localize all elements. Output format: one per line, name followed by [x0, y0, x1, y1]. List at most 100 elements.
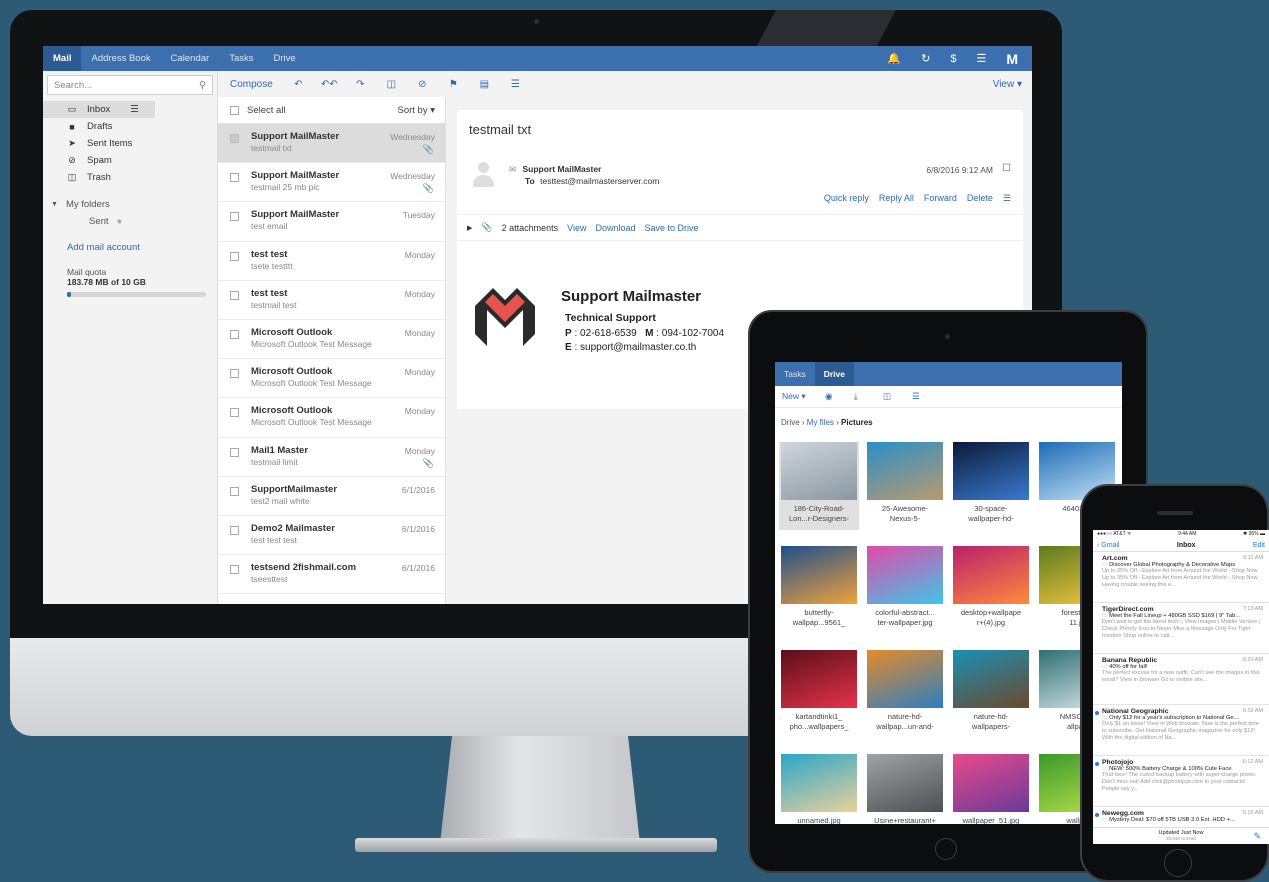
crumb-drive[interactable]: Drive [781, 418, 800, 427]
my-folders-toggle[interactable]: ▼ My folders [43, 196, 217, 213]
file-tile[interactable]: kartandtinki1_ pho...wallpapers_ [779, 650, 859, 738]
message-checkbox[interactable] [230, 212, 239, 222]
message-checkbox[interactable] [230, 290, 239, 300]
delete-button[interactable]: Delete [967, 193, 993, 204]
file-tile[interactable]: butterfly-wallpap...9561_ [779, 546, 859, 634]
list-item[interactable]: Mail1 Master testmail limit Monday 📎 [218, 438, 445, 477]
file-tile[interactable]: unnamed.jpg [779, 754, 859, 824]
edit-button[interactable]: Edit [1253, 542, 1265, 549]
list-item[interactable]: testsend 2fishmail.com tseesttest 6/1/2016 [218, 555, 445, 595]
message-checkbox[interactable] [230, 565, 239, 575]
archive-icon[interactable]: ▤ [469, 79, 500, 90]
file-tile[interactable]: desktop+wallpape r+(4).jpg [951, 546, 1031, 634]
list-item[interactable]: Photojojo 6:12 AM ▭ NEW: 500% Battery Char… [1093, 756, 1269, 807]
add-mail-account-link[interactable]: Add mail account [43, 242, 217, 253]
select-all-label[interactable]: Select all [247, 105, 286, 116]
list-item[interactable]: Support MailMaster testmail 25 mb pic Wedn… [218, 163, 445, 203]
folder-sent[interactable]: Sent ● [43, 213, 217, 230]
bookmark-icon[interactable]: ☐ [1002, 163, 1011, 174]
message-checkbox[interactable] [230, 447, 239, 457]
crumb-my-files[interactable]: My files [807, 418, 834, 427]
recipient-address[interactable]: testtest@mailmasterserver.com [540, 176, 659, 186]
folder-sent-items[interactable]: ➤ Sent Items [43, 135, 217, 152]
search-icon[interactable]: ⚲ [199, 80, 206, 91]
list-item[interactable]: Support MailMaster test email Tuesday [218, 202, 445, 242]
attachment-view-link[interactable]: View [567, 223, 586, 233]
sync-icon[interactable]: ↻ [921, 52, 930, 65]
folder-menu-icon[interactable]: ☰ [130, 104, 139, 115]
sender-name[interactable]: Support MailMaster [523, 164, 602, 174]
message-checkbox[interactable] [230, 329, 239, 339]
list-item[interactable]: TigerDirect.com 7:13 AM ▭ Meet the Fall Li… [1093, 603, 1269, 654]
file-tile[interactable]: nature-hd-wallpapers- [951, 650, 1031, 738]
tab-address-book[interactable]: Address Book [81, 46, 160, 71]
file-tile[interactable]: 25-Awesome- Nexus-5- [865, 442, 945, 530]
file-tile[interactable]: Usine+restaurant+ [865, 754, 945, 824]
delete-icon[interactable]: ◫ [883, 391, 905, 402]
more-icon[interactable]: ☰ [500, 79, 531, 90]
more-actions-icon[interactable]: ☰ [1003, 193, 1011, 204]
list-item[interactable]: SupportMailmaster test2 mail white 6/1/201… [218, 477, 445, 516]
tab-calendar[interactable]: Calendar [161, 46, 220, 71]
list-item[interactable]: Art.com 6:11 AM ▭ Discover Global Photogra… [1093, 552, 1269, 603]
message-checkbox[interactable] [230, 408, 239, 418]
list-item[interactable]: Microsoft Outlook Microsoft Outlook Test … [218, 320, 445, 360]
search-input[interactable]: Search... ⚲ [47, 75, 213, 95]
list-item[interactable]: National Geographic 6:19 AM ▭ Only $12 for… [1093, 705, 1269, 756]
more-icon[interactable]: ☰ [912, 391, 934, 402]
list-item[interactable]: Support MailMaster testmail txt Wednesday 📎 [218, 124, 445, 164]
folder-inbox[interactable]: ▭ Inbox ☰ [43, 101, 155, 118]
file-tile[interactable]: wallpaper_51.jpg [951, 754, 1031, 824]
forward-button[interactable]: Forward [924, 193, 957, 204]
message-checkbox[interactable] [230, 486, 239, 496]
back-button[interactable]: ‹ Gmail [1097, 542, 1120, 549]
flag-icon[interactable]: ⚑ [438, 79, 469, 90]
compose-button[interactable]: Compose [230, 79, 273, 90]
file-tile[interactable]: colorful-abstract... ter-wallpaper.jpg [865, 546, 945, 634]
folder-drafts[interactable]: ■ Drafts [43, 118, 217, 135]
email-value[interactable]: support@mailmaster.co.th [580, 342, 696, 353]
file-tile[interactable]: 186-City-Road- Lon...r-Designers- [779, 442, 859, 530]
eye-icon[interactable]: ◉ [825, 391, 847, 402]
tab-tasks[interactable]: Tasks [775, 362, 815, 386]
tab-drive[interactable]: Drive [814, 362, 854, 386]
compose-icon[interactable]: ✎ [1253, 831, 1261, 842]
new-button[interactable]: New ▾ [782, 391, 818, 402]
list-item[interactable]: test test tsete testttt Monday [218, 242, 445, 281]
spam-icon[interactable]: ⊘ [407, 79, 438, 90]
view-menu[interactable]: View ▾ [993, 79, 1032, 90]
menu-icon[interactable]: ☰ [976, 52, 986, 65]
message-checkbox[interactable] [230, 134, 239, 143]
message-checkbox[interactable] [230, 251, 239, 261]
delete-icon[interactable]: ◫ [376, 79, 407, 90]
help-icon[interactable]: $ [950, 53, 956, 65]
forward-icon[interactable]: ↷ [345, 79, 376, 90]
file-tile[interactable]: 30-space-wallpaper-hd- [951, 442, 1031, 530]
list-item[interactable]: Microsoft Outlook Microsoft Outlook Test … [218, 398, 445, 438]
file-tile[interactable]: nature-hd-wallpap...un-and- [865, 650, 945, 738]
message-checkbox[interactable] [230, 173, 239, 183]
reply-all-button[interactable]: Reply All [879, 193, 914, 204]
bell-icon[interactable]: 🔔 [887, 52, 901, 65]
download-icon[interactable]: ⤓ [854, 391, 876, 402]
list-item[interactable]: test test testmail test Monday [218, 281, 445, 320]
attachment-save-to-drive-link[interactable]: Save to Drive [645, 223, 699, 233]
ipad-camera [945, 334, 950, 339]
sort-by-menu[interactable]: Sort by ▾ [397, 105, 435, 116]
reply-all-icon[interactable]: ↶↶ [314, 79, 345, 90]
attachment-download-link[interactable]: Download [596, 223, 636, 233]
list-item[interactable]: Banana Republic 6:20 AM ▭ 40% off for fall… [1093, 654, 1269, 705]
expand-caret-icon[interactable]: ▶ [467, 224, 472, 232]
tab-tasks[interactable]: Tasks [219, 46, 263, 71]
message-checkbox[interactable] [230, 369, 239, 379]
list-item[interactable]: Demo2 Mailmaster test test test 6/1/2016 [218, 516, 445, 556]
tab-mail[interactable]: Mail [43, 46, 82, 71]
reply-icon[interactable]: ↶ [283, 79, 314, 90]
message-checkbox[interactable] [230, 525, 239, 535]
list-item[interactable]: Microsoft Outlook Microsoft Outlook Test … [218, 359, 445, 399]
quick-reply-button[interactable]: Quick reply [824, 193, 869, 204]
select-all-checkbox[interactable] [230, 105, 239, 115]
folder-trash[interactable]: ◫ Trash [43, 169, 217, 186]
folder-spam[interactable]: ⊘ Spam [43, 152, 217, 169]
tab-drive[interactable]: Drive [264, 46, 306, 71]
